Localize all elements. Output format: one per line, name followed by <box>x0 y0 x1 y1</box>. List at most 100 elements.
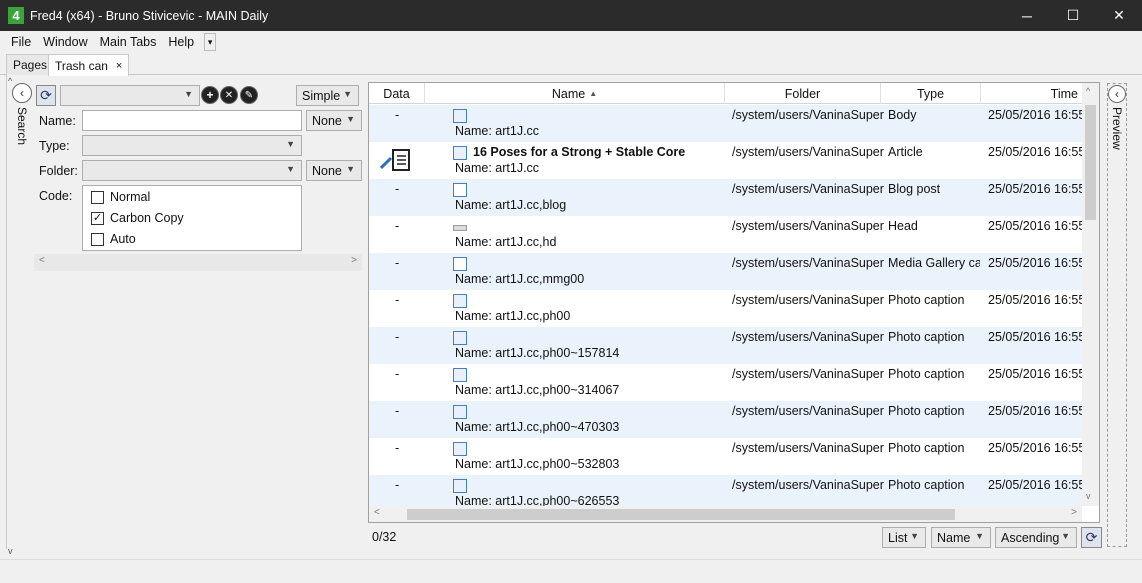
expand-preview-button[interactable]: ‹ <box>1108 85 1126 103</box>
table-row[interactable]: 16 Poses for a Strong + Stable Core Name… <box>369 142 1082 179</box>
results-footer: 0/32 List ▼ Name ▼ Ascending ▼ ⟳ <box>368 526 1102 548</box>
type-cell: Body <box>888 108 917 122</box>
folder-label: Folder: <box>39 164 78 178</box>
menu-main-tabs[interactable]: Main Tabs <box>94 35 163 49</box>
data-cell: - <box>395 478 400 492</box>
data-cell: - <box>395 367 400 381</box>
scroll-left-icon[interactable]: < <box>39 255 45 266</box>
checkbox-carbon-copy[interactable]: ✓ <box>91 211 104 225</box>
vertical-scroll-thumb[interactable] <box>1085 105 1096 220</box>
column-header-data[interactable]: Data <box>369 83 425 104</box>
chevron-down-icon: ▼ <box>286 139 295 149</box>
name-mode-dropdown[interactable]: None ▼ <box>306 110 362 131</box>
data-cell: - <box>395 108 400 122</box>
folder-mode-dropdown[interactable]: None ▼ <box>306 160 362 181</box>
search-panel-scrollbar[interactable]: < > <box>34 254 362 271</box>
column-header-type[interactable]: Type <box>881 83 981 104</box>
collapse-search-button[interactable]: ‹ <box>12 83 32 103</box>
table-row[interactable]: - Name: art1J.cc,hd /system/users/Vanina… <box>369 216 1082 253</box>
scroll-up-icon[interactable]: ^ <box>1086 86 1090 96</box>
sort-order-dropdown[interactable]: Ascending ▼ <box>995 527 1077 548</box>
scroll-right-icon[interactable]: > <box>351 255 357 266</box>
search-panel-label[interactable]: Search <box>15 107 29 145</box>
search-mode-dropdown[interactable]: Simple ▼ <box>296 85 359 106</box>
folder-dropdown[interactable]: ▼ <box>82 160 302 181</box>
type-cell: Photo caption <box>888 478 965 492</box>
checkbox-normal[interactable] <box>91 190 104 204</box>
close-window-button[interactable]: ✕ <box>1096 0 1142 31</box>
maximize-button[interactable]: ☐ <box>1050 0 1096 31</box>
time-cell: 25/05/2016 16:55:1 <box>988 367 1082 381</box>
grid-header: Data Name ▲ Folder Type Time <box>369 83 1099 104</box>
view-mode-dropdown[interactable]: List ▼ <box>882 527 926 548</box>
edit-search-button[interactable]: ✎ <box>240 86 258 104</box>
menu-help[interactable]: Help <box>162 35 200 49</box>
chevron-down-icon: ▼ <box>346 114 355 124</box>
edit-page-icon <box>453 146 467 160</box>
name-input[interactable] <box>82 110 302 131</box>
menu-bar: File Window Main Tabs Help ▾ <box>0 31 1142 53</box>
remove-search-button[interactable]: ✕ <box>220 86 238 104</box>
code-option-auto[interactable]: Auto <box>91 232 136 246</box>
saved-search-dropdown[interactable]: ▼ <box>60 85 200 106</box>
search-panel-strip: ‹ Search <box>12 83 34 543</box>
table-row[interactable]: - Name: art1J.cc,ph00~470303 /system/use… <box>369 401 1082 438</box>
view-mode-value: List <box>888 530 908 545</box>
minimize-button[interactable]: ─ <box>1004 0 1050 31</box>
type-cell: Photo caption <box>888 404 965 418</box>
type-cell: Media Gallery ca <box>888 256 980 270</box>
time-cell: 25/05/2016 16:55:2 <box>988 256 1082 270</box>
data-cell: - <box>395 293 400 307</box>
table-row[interactable]: - Name: art1J.cc,ph00~532803 /system/use… <box>369 438 1082 475</box>
result-count: 0/32 <box>372 530 397 544</box>
sort-field-dropdown[interactable]: Name ▼ <box>931 527 991 548</box>
collapse-down-icon[interactable]: v <box>8 546 13 556</box>
menu-overflow-button[interactable]: ▾ <box>204 33 217 51</box>
table-row[interactable]: - Name: art1J.cc /system/users/VaninaSup… <box>369 105 1082 142</box>
scroll-left-icon[interactable]: < <box>374 507 380 518</box>
checkbox-auto[interactable] <box>91 232 104 246</box>
tab-pages-label: Pages <box>13 58 48 72</box>
page-icon <box>453 442 467 456</box>
tab-close-icon[interactable]: × <box>116 60 122 72</box>
time-cell: 25/05/2016 16:55:1 <box>988 330 1082 344</box>
window-title: Fred4 (x64) - Bruno Stivicevic - MAIN Da… <box>30 8 269 23</box>
scroll-right-icon[interactable]: > <box>1071 507 1077 518</box>
table-row[interactable]: - Name: art1J.cc,mmg00 /system/users/Van… <box>369 253 1082 290</box>
menu-file[interactable]: File <box>5 35 37 49</box>
folder-mode-value: None <box>312 163 342 178</box>
code-option-carbon-copy[interactable]: ✓ Carbon Copy <box>91 211 184 225</box>
table-row[interactable]: - Name: art1J.cc,ph00~626553 /system/use… <box>369 475 1082 506</box>
scroll-down-icon[interactable]: v <box>1086 491 1091 501</box>
folder-cell: /system/users/VaninaSuper <box>732 330 884 344</box>
grid-horizontal-scrollbar[interactable]: < > <box>369 506 1082 522</box>
table-row[interactable]: - Name: art1J.cc,ph00~314067 /system/use… <box>369 364 1082 401</box>
chevron-down-icon: ▼ <box>910 531 919 541</box>
tab-trash-can[interactable]: Trash can × <box>48 54 130 76</box>
table-row[interactable]: - Name: art1J.cc,blog /system/users/Vani… <box>369 179 1082 216</box>
page-icon <box>453 405 467 419</box>
type-cell: Photo caption <box>888 441 965 455</box>
preview-panel-label[interactable]: Preview <box>1110 107 1124 150</box>
type-dropdown[interactable]: ▼ <box>82 135 302 156</box>
code-option-label: Normal <box>110 190 151 204</box>
page-icon <box>453 479 467 493</box>
add-search-button[interactable]: + <box>201 86 219 104</box>
preview-panel-strip: ‹ Preview <box>1107 83 1127 547</box>
refresh-search-button[interactable]: ⟳ <box>36 85 56 106</box>
menu-window[interactable]: Window <box>37 35 93 49</box>
table-row[interactable]: - Name: art1J.cc,ph00~157814 /system/use… <box>369 327 1082 364</box>
folder-cell: /system/users/VaninaSuper <box>732 108 884 122</box>
column-header-folder[interactable]: Folder <box>725 83 881 104</box>
code-option-normal[interactable]: Normal <box>91 190 150 204</box>
results-grid: Data Name ▲ Folder Type Time - Name: art… <box>368 82 1100 523</box>
type-cell: Blog post <box>888 182 941 196</box>
column-header-name[interactable]: Name ▲ <box>425 83 725 104</box>
tab-pages[interactable]: Pages <box>6 54 55 75</box>
refresh-results-button[interactable]: ⟳ <box>1081 527 1102 548</box>
grid-vertical-scrollbar[interactable]: ^ v <box>1082 83 1099 506</box>
table-row[interactable]: - Name: art1J.cc,ph00 /system/users/Vani… <box>369 290 1082 327</box>
horizontal-scroll-thumb[interactable] <box>407 509 955 520</box>
app-icon: 4 <box>8 7 24 24</box>
page-icon <box>453 109 467 123</box>
